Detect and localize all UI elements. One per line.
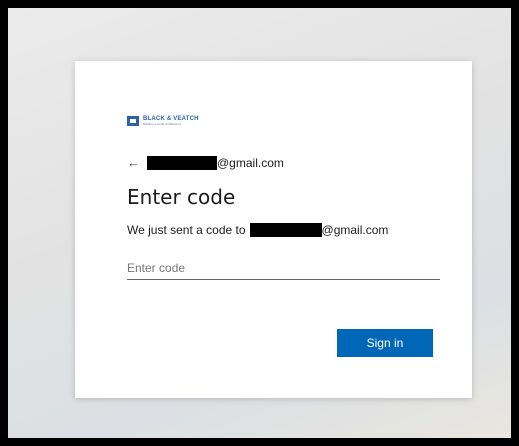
message-email-suffix: @gmail.com bbox=[321, 223, 389, 237]
logo-tagline: Building a world of difference bbox=[143, 122, 182, 126]
message-prefix: We just sent a code to bbox=[127, 223, 246, 237]
screenshot-frame: BLACK & VEATCH Building a world of diffe… bbox=[0, 0, 519, 446]
redacted-email-block bbox=[147, 155, 217, 170]
code-input[interactable] bbox=[127, 257, 440, 280]
page-title: Enter code bbox=[127, 185, 236, 209]
redacted-email-block bbox=[249, 223, 322, 237]
company-logo: BLACK & VEATCH Building a world of diffe… bbox=[127, 116, 199, 126]
sign-in-button[interactable]: Sign in bbox=[337, 329, 433, 357]
identity-email-suffix: @gmail.com bbox=[217, 155, 284, 170]
code-sent-message: We just sent a code to @gmail.com bbox=[127, 223, 388, 237]
back-arrow-icon[interactable]: ← bbox=[127, 155, 141, 170]
identity-banner: ← @gmail.com bbox=[127, 155, 284, 170]
logo-text: BLACK & VEATCH Building a world of diffe… bbox=[143, 116, 199, 126]
signin-card: BLACK & VEATCH Building a world of diffe… bbox=[75, 61, 472, 398]
logo-mark-icon bbox=[127, 116, 139, 126]
